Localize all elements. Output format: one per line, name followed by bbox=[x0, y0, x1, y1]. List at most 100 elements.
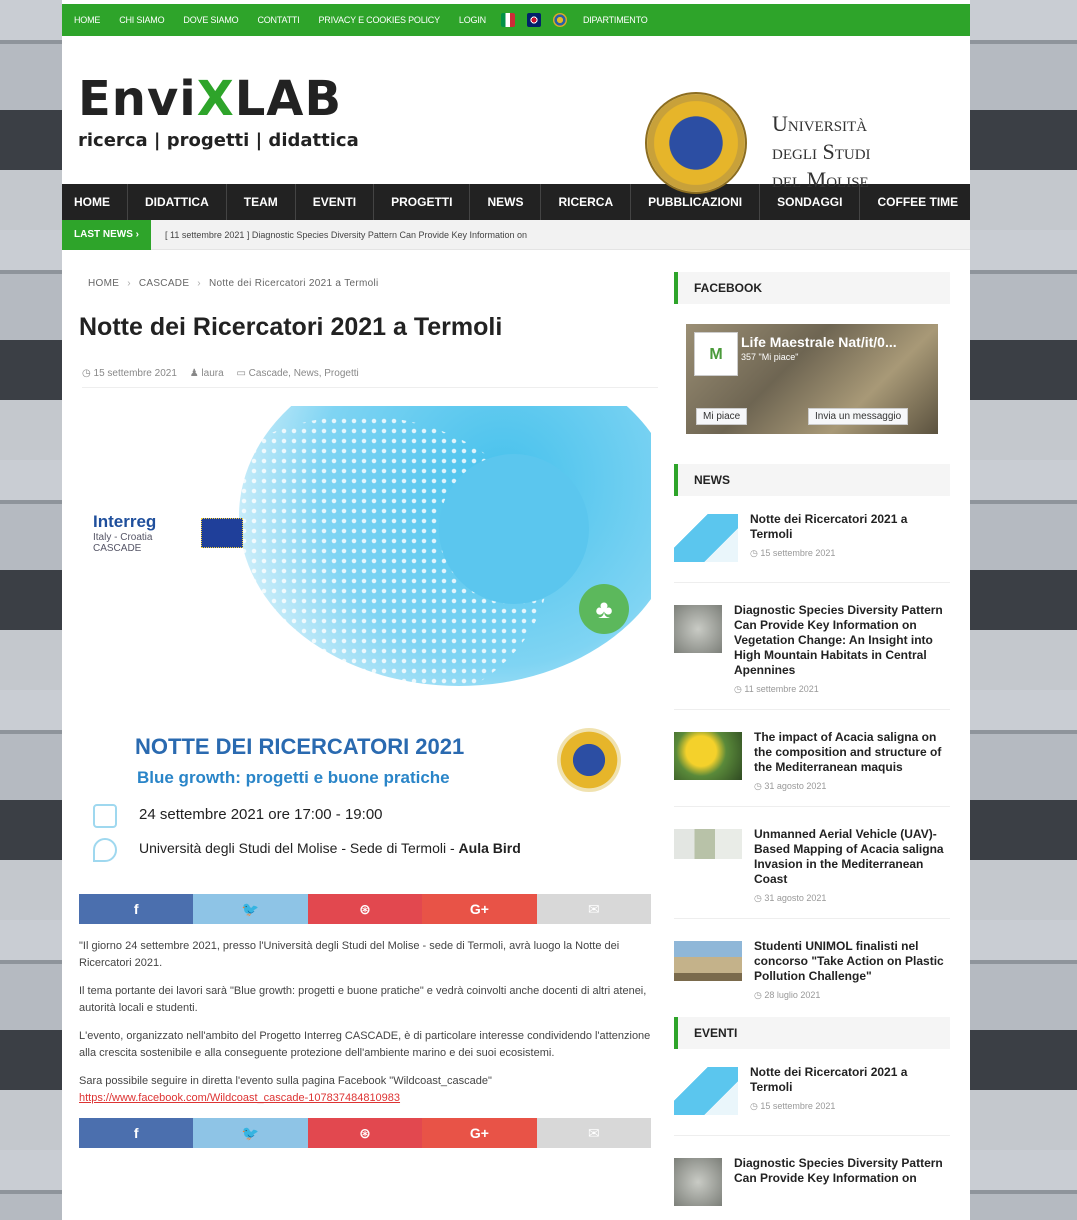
news-item-title[interactable]: Notte dei Ricercatori 2021 a Termoli bbox=[750, 512, 950, 542]
background-right bbox=[970, 0, 1077, 1220]
top-link-dove-siamo[interactable]: DOVE SIAMO bbox=[183, 15, 238, 25]
english-flag-icon[interactable] bbox=[526, 13, 541, 27]
top-link-contatti[interactable]: CONTATTI bbox=[257, 15, 299, 25]
university-name-line2: degli Studi bbox=[772, 139, 871, 164]
top-link-chi-siamo[interactable]: CHI SIAMO bbox=[119, 15, 164, 25]
news-item-date: ◷ 31 agosto 2021 bbox=[754, 893, 827, 903]
facebook-widget-title: FACEBOOK bbox=[674, 272, 950, 304]
facebook-page-link[interactable]: https://www.facebook.com/Wildcoast_casca… bbox=[79, 1092, 400, 1104]
top-link-login[interactable]: LOGIN bbox=[459, 15, 486, 25]
poster-date: 24 settembre 2021 ore 17:00 - 19:00 bbox=[139, 806, 383, 823]
breadcrumb-current: Notte dei Ricercatori 2021 a Termoli bbox=[208, 278, 379, 289]
main-content: HOME › CASCADE › Notte dei Ricercatori 2021 … bbox=[62, 252, 662, 1148]
news-item[interactable]: The impact of Acacia saligna on the comp… bbox=[674, 726, 950, 792]
news-item-title[interactable]: Diagnostic Species Diversity Pattern Can… bbox=[734, 603, 950, 678]
news-item[interactable]: Studenti UNIMOL finalisti nel concorso "… bbox=[674, 935, 950, 1001]
post-paragraph: L'evento, organizzato nell'ambito del Pr… bbox=[79, 1030, 651, 1059]
share-pinterest-button[interactable]: ⊛ bbox=[307, 1118, 423, 1148]
event-item[interactable]: Diagnostic Species Diversity Pattern Can… bbox=[674, 1152, 950, 1212]
nav-didattica[interactable]: DIDATTICA bbox=[128, 184, 227, 220]
news-item-date: ◷ 11 settembre 2021 bbox=[734, 684, 819, 694]
event-thumbnail[interactable] bbox=[674, 1158, 722, 1206]
share-facebook-button[interactable]: f bbox=[79, 894, 194, 924]
share-facebook-button[interactable]: f bbox=[79, 1118, 194, 1148]
news-item[interactable]: Diagnostic Species Diversity Pattern Can… bbox=[674, 599, 950, 695]
nav-ricerca[interactable]: RICERCA bbox=[541, 184, 632, 220]
news-thumbnail[interactable] bbox=[674, 605, 722, 653]
share-email-button[interactable]: ✉ bbox=[536, 1118, 652, 1148]
news-item-title[interactable]: Studenti UNIMOL finalisti nel concorso "… bbox=[754, 939, 950, 984]
site-header: EnviXLAB ricerca | progetti | didattica … bbox=[62, 36, 970, 194]
news-ticker: LAST NEWS › [ 11 settembre 2021 ] Diagno… bbox=[62, 219, 970, 250]
facebook-likes-count: 357 "Mi piace" bbox=[741, 352, 799, 362]
news-thumbnail[interactable] bbox=[674, 941, 742, 981]
background-left bbox=[0, 0, 62, 1220]
share-email-button[interactable]: ✉ bbox=[536, 894, 652, 924]
nav-news[interactable]: NEWS bbox=[470, 184, 542, 220]
share-bar-bottom: f 🐦 ⊛ G+ ✉ bbox=[79, 1118, 652, 1148]
share-bar-top: f 🐦 ⊛ G+ ✉ bbox=[79, 894, 652, 924]
share-twitter-button[interactable]: 🐦 bbox=[193, 1118, 308, 1148]
event-poster-image: ♣ Interreg Italy - Croatia CASCADE NOTTE D… bbox=[79, 406, 651, 882]
events-widget-title: EVENTI bbox=[674, 1017, 950, 1049]
post-body: "Il giorno 24 settembre 2021, presso l'U… bbox=[79, 938, 651, 1107]
envixlab-logo[interactable]: EnviXLAB ricerca | progetti | didattica bbox=[78, 74, 359, 151]
news-item[interactable]: Notte dei Ricercatori 2021 a Termoli ◷ 15… bbox=[674, 508, 950, 568]
top-link-privacy[interactable]: PRIVACY E COOKIES POLICY bbox=[319, 15, 441, 25]
nav-eventi[interactable]: EVENTI bbox=[296, 184, 375, 220]
top-link-home[interactable]: HOME bbox=[74, 15, 100, 25]
nav-progetti[interactable]: PROGETTI bbox=[374, 184, 471, 220]
facebook-like-button[interactable]: Mi piace bbox=[696, 408, 748, 425]
news-item-date: ◷ 15 settembre 2021 bbox=[750, 548, 836, 558]
logo-text-x: X bbox=[196, 71, 235, 127]
event-item-title[interactable]: Notte dei Ricercatori 2021 a Termoli bbox=[750, 1065, 950, 1095]
logo-text-envi: Envi bbox=[78, 71, 197, 127]
poster-place: Università degli Studi del Molise - Sede… bbox=[139, 840, 521, 856]
news-thumbnail[interactable] bbox=[674, 514, 738, 562]
sidebar: FACEBOOK M Life Maestrale Nat/it/0... 35… bbox=[674, 272, 950, 1220]
university-seal-icon bbox=[645, 92, 747, 194]
poster-place-room: Aula Bird bbox=[458, 840, 521, 856]
post-last-text: Sara possibile seguire in diretta l'even… bbox=[79, 1075, 492, 1087]
location-pin-icon bbox=[93, 838, 117, 862]
post-date: ◷ 15 settembre 2021 bbox=[82, 368, 177, 379]
nav-coffee-time[interactable]: COFFEE TIME bbox=[860, 184, 970, 220]
news-item-title[interactable]: The impact of Acacia saligna on the comp… bbox=[754, 730, 950, 775]
top-link-dipartimento[interactable]: DIPARTIMENTO bbox=[583, 15, 648, 25]
share-googleplus-button[interactable]: G+ bbox=[422, 894, 537, 924]
event-item-title[interactable]: Diagnostic Species Diversity Pattern Can… bbox=[734, 1156, 950, 1186]
share-pinterest-button[interactable]: ⊛ bbox=[307, 894, 423, 924]
italian-flag-icon[interactable] bbox=[500, 13, 515, 27]
nav-home[interactable]: HOME bbox=[62, 184, 128, 220]
department-icon[interactable] bbox=[552, 13, 567, 27]
news-item[interactable]: Unmanned Aerial Vehicle (UAV)-Based Mapp… bbox=[674, 823, 950, 904]
logo-text-lab: LAB bbox=[234, 71, 343, 127]
events-list: Notte dei Ricercatori 2021 a Termoli ◷ 15… bbox=[674, 1061, 950, 1212]
poster-heading: NOTTE DEI RICERCATORI 2021 bbox=[135, 734, 465, 759]
hand-leaf-icon: ♣ bbox=[579, 584, 629, 634]
news-item-title[interactable]: Unmanned Aerial Vehicle (UAV)-Based Mapp… bbox=[754, 827, 950, 887]
ticker-text[interactable]: [ 11 settembre 2021 ] Diagnostic Species… bbox=[165, 230, 527, 240]
breadcrumb-home[interactable]: HOME bbox=[88, 278, 119, 289]
last-news-label: LAST NEWS › bbox=[62, 219, 151, 250]
eu-flag-icon bbox=[201, 518, 243, 548]
breadcrumb-category[interactable]: CASCADE bbox=[139, 278, 189, 289]
interreg-brand: Interreg bbox=[93, 512, 157, 531]
facebook-message-button[interactable]: Invia un messaggio bbox=[808, 408, 909, 425]
share-twitter-button[interactable]: 🐦 bbox=[193, 894, 308, 924]
page-avatar[interactable]: M bbox=[694, 332, 738, 376]
facebook-page-name[interactable]: Life Maestrale Nat/it/0... bbox=[741, 334, 897, 350]
event-item[interactable]: Notte dei Ricercatori 2021 a Termoli ◷ 15… bbox=[674, 1061, 950, 1121]
event-thumbnail[interactable] bbox=[674, 1067, 738, 1115]
news-thumbnail[interactable] bbox=[674, 732, 742, 780]
interreg-sub: Italy - Croatia bbox=[93, 532, 153, 543]
share-googleplus-button[interactable]: G+ bbox=[422, 1118, 537, 1148]
facebook-page-widget[interactable]: M Life Maestrale Nat/it/0... 357 "Mi pia… bbox=[686, 324, 938, 434]
top-bar: HOME CHI SIAMO DOVE SIAMO CONTATTI PRIVA… bbox=[62, 0, 970, 36]
news-item-date: ◷ 28 luglio 2021 bbox=[754, 990, 821, 1000]
nav-team[interactable]: TEAM bbox=[227, 184, 296, 220]
post-categories[interactable]: ▭ Cascade, News, Progetti bbox=[236, 368, 358, 379]
news-thumbnail[interactable] bbox=[674, 829, 742, 859]
post-author[interactable]: ♟ laura bbox=[190, 368, 224, 379]
interreg-logo: Interreg Italy - Croatia CASCADE bbox=[93, 512, 156, 554]
